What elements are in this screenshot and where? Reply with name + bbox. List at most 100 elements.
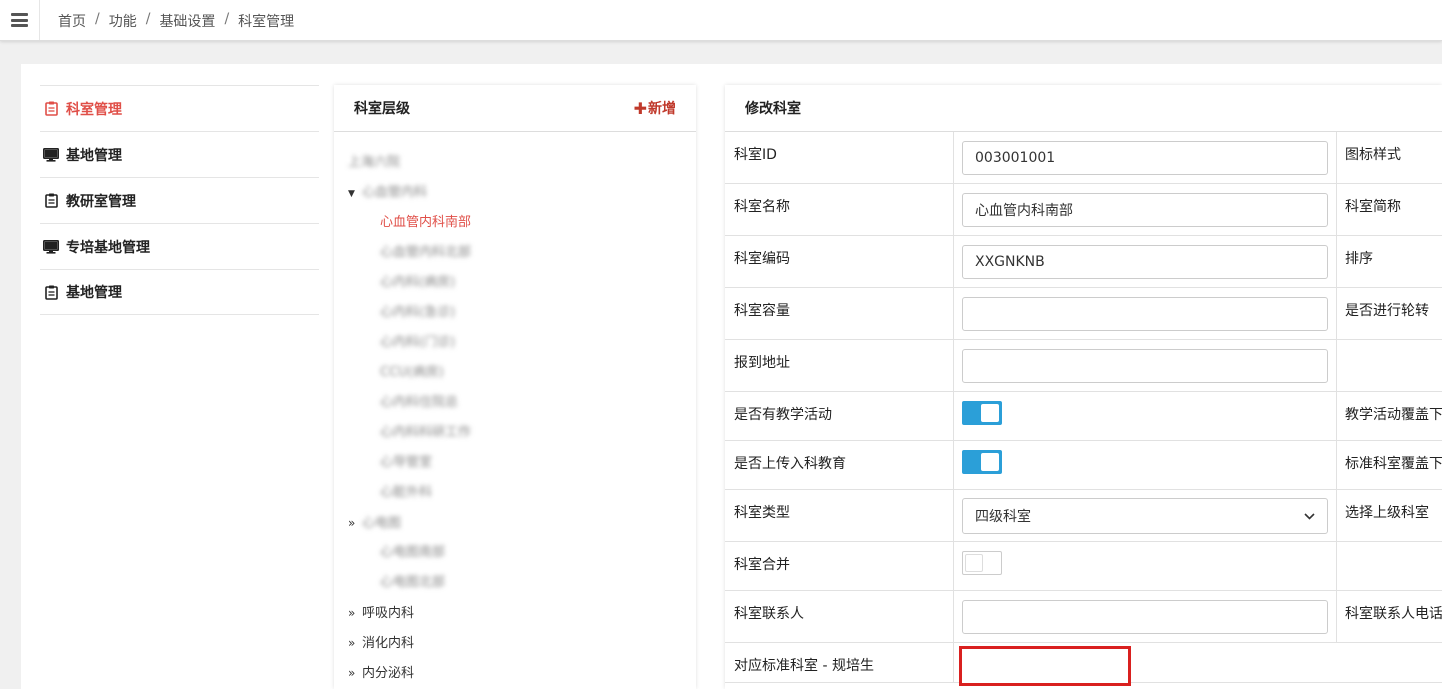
- department-type-select[interactable]: 四级科室: [962, 498, 1328, 534]
- column-divider: [1336, 392, 1337, 440]
- standard-department-input-highlighted[interactable]: [959, 646, 1131, 686]
- field-input[interactable]: [962, 193, 1328, 227]
- column-divider: [1336, 288, 1337, 339]
- tree-item[interactable]: 心内科(急诊): [380, 298, 455, 328]
- field-label: 科室合并: [734, 557, 790, 573]
- tree-item-label: 心脏外科: [380, 485, 433, 500]
- double-chevron-right-icon[interactable]: »: [348, 628, 362, 658]
- column-divider: [953, 184, 954, 235]
- tree-item-label: 心电图北部: [380, 575, 446, 590]
- form-row: 对应标准科室 - 规培生: [725, 643, 1442, 686]
- breadcrumb-home[interactable]: 首页: [58, 11, 86, 31]
- tree-item-label: 心内科住院总: [380, 395, 459, 410]
- hamburger-icon: [11, 13, 28, 27]
- breadcrumb-function[interactable]: 功能: [109, 11, 137, 31]
- tree-item[interactable]: 心导管室: [380, 448, 432, 478]
- breadcrumb-separator: /: [145, 11, 151, 27]
- tree-item[interactable]: 心电图南部: [380, 538, 445, 568]
- tree-item[interactable]: » 消化内科: [348, 628, 414, 658]
- add-department-button[interactable]: ✚ 新增: [634, 98, 676, 118]
- tree-item[interactable]: » 内分泌科: [348, 658, 414, 688]
- toggle-switch[interactable]: [962, 401, 1002, 425]
- tree-item[interactable]: 心血管内科北部: [380, 238, 471, 268]
- field-input[interactable]: [962, 297, 1328, 331]
- tree-panel-title: 科室层级: [354, 101, 410, 117]
- field-input[interactable]: [962, 349, 1328, 383]
- column-divider: [953, 591, 954, 642]
- tree-item[interactable]: 心电图北部: [380, 568, 445, 598]
- toggle-switch[interactable]: [962, 551, 1002, 575]
- form-panel-header: 修改科室: [725, 85, 1442, 132]
- double-chevron-right-icon[interactable]: »: [348, 658, 362, 688]
- field-input[interactable]: [962, 245, 1328, 279]
- column-divider: [953, 643, 954, 682]
- field-label: 科室简称: [1345, 199, 1401, 215]
- department-tree-panel: 科室层级 ✚ 新增 上海六院 ▼ 心血管内科心血管内科南部 心血管内科北部 心内科(病房…: [334, 85, 696, 689]
- field-label: 科室ID: [734, 147, 777, 163]
- field-label: 教学活动覆盖下: [1345, 407, 1442, 423]
- form-row: 科室容量 是否进行轮转: [725, 288, 1442, 340]
- nav-item-1[interactable]: 基地管理: [40, 131, 319, 177]
- tree-item-label: 心电图南部: [380, 545, 446, 560]
- field-input[interactable]: [962, 600, 1328, 634]
- breadcrumb: 首页 / 功能 / 基础设置 / 科室管理: [58, 11, 294, 31]
- nav-item-2[interactable]: 教研室管理: [40, 177, 319, 223]
- column-divider: [1336, 591, 1337, 642]
- tree-item[interactable]: 上海六院: [348, 148, 400, 178]
- tree-item-label: 心内科(急诊): [380, 305, 456, 320]
- tree-item-label: CCU(病房): [380, 365, 444, 380]
- form-row: 是否上传入科教育 标准科室覆盖下: [725, 441, 1442, 490]
- tree-item-label: 心血管内科南部: [380, 215, 472, 230]
- tree-item[interactable]: 心内科(门诊): [380, 328, 455, 358]
- nav-item-3[interactable]: 专培基地管理: [40, 223, 319, 269]
- tree-item[interactable]: 心脏外科: [380, 478, 432, 508]
- field-input[interactable]: [962, 141, 1328, 175]
- column-divider: [953, 132, 954, 183]
- column-divider: [1336, 542, 1337, 590]
- double-chevron-right-icon[interactable]: »: [348, 508, 362, 538]
- tree-item[interactable]: CCU(病房): [380, 358, 444, 388]
- column-divider: [1336, 490, 1337, 541]
- field-label: 是否有教学活动: [734, 407, 832, 423]
- toggle-switch[interactable]: [962, 450, 1002, 474]
- clipboard-icon: [43, 193, 59, 209]
- toggle-knob: [981, 453, 999, 471]
- form-row: 科室编码 排序: [725, 236, 1442, 288]
- field-label: 科室编码: [734, 251, 790, 267]
- field-label: 对应标准科室 - 规培生: [734, 658, 874, 674]
- tree-item-label: 消化内科: [362, 636, 415, 651]
- tree-item-label: 心内科科研工作: [380, 425, 472, 440]
- nav-item-4[interactable]: 基地管理: [40, 269, 319, 315]
- field-label: 科室联系人: [734, 606, 804, 622]
- caret-down-icon[interactable]: ▼: [348, 179, 362, 209]
- form-panel-title: 修改科室: [745, 101, 801, 117]
- tree-item-label: 心内科(病房): [380, 275, 456, 290]
- tree-item[interactable]: » 呼吸内科: [348, 598, 414, 628]
- nav-item-label: 专培基地管理: [66, 239, 150, 256]
- field-label: 排序: [1345, 251, 1373, 267]
- tree-item[interactable]: 心内科住院总: [380, 388, 458, 418]
- nav-item-label: 教研室管理: [66, 193, 136, 210]
- tree-item[interactable]: ▼ 心血管内科: [348, 178, 427, 208]
- menu-toggle-button[interactable]: [0, 0, 40, 40]
- tree-item-label: 呼吸内科: [362, 606, 415, 621]
- field-label: 图标样式: [1345, 147, 1401, 163]
- tree-item-label: 心血管内科北部: [380, 245, 472, 260]
- tree-item[interactable]: 心血管内科南部: [380, 208, 471, 238]
- tree-item-label: 上海六院: [348, 155, 401, 170]
- tree-item[interactable]: » 心电图: [348, 508, 401, 538]
- tree-panel-header: 科室层级 ✚ 新增: [334, 85, 696, 132]
- monitor-icon: [43, 147, 59, 163]
- tree-item[interactable]: 心内科科研工作: [380, 418, 471, 448]
- tree-item[interactable]: 心内科(病房): [380, 268, 455, 298]
- form-row: 科室类型 四级科室 选择上级科室: [725, 490, 1442, 542]
- tree-item-label: 心导管室: [380, 455, 433, 470]
- breadcrumb-basic-settings[interactable]: 基础设置: [159, 11, 215, 31]
- nav-item-0[interactable]: 科室管理: [40, 85, 319, 131]
- double-chevron-right-icon[interactable]: »: [348, 598, 362, 628]
- breadcrumb-separator: /: [95, 11, 100, 27]
- chevron-down-icon: [1304, 510, 1315, 523]
- field-label: 是否上传入科教育: [734, 456, 846, 472]
- form-row: 科室名称 科室简称: [725, 184, 1442, 236]
- column-divider: [953, 288, 954, 339]
